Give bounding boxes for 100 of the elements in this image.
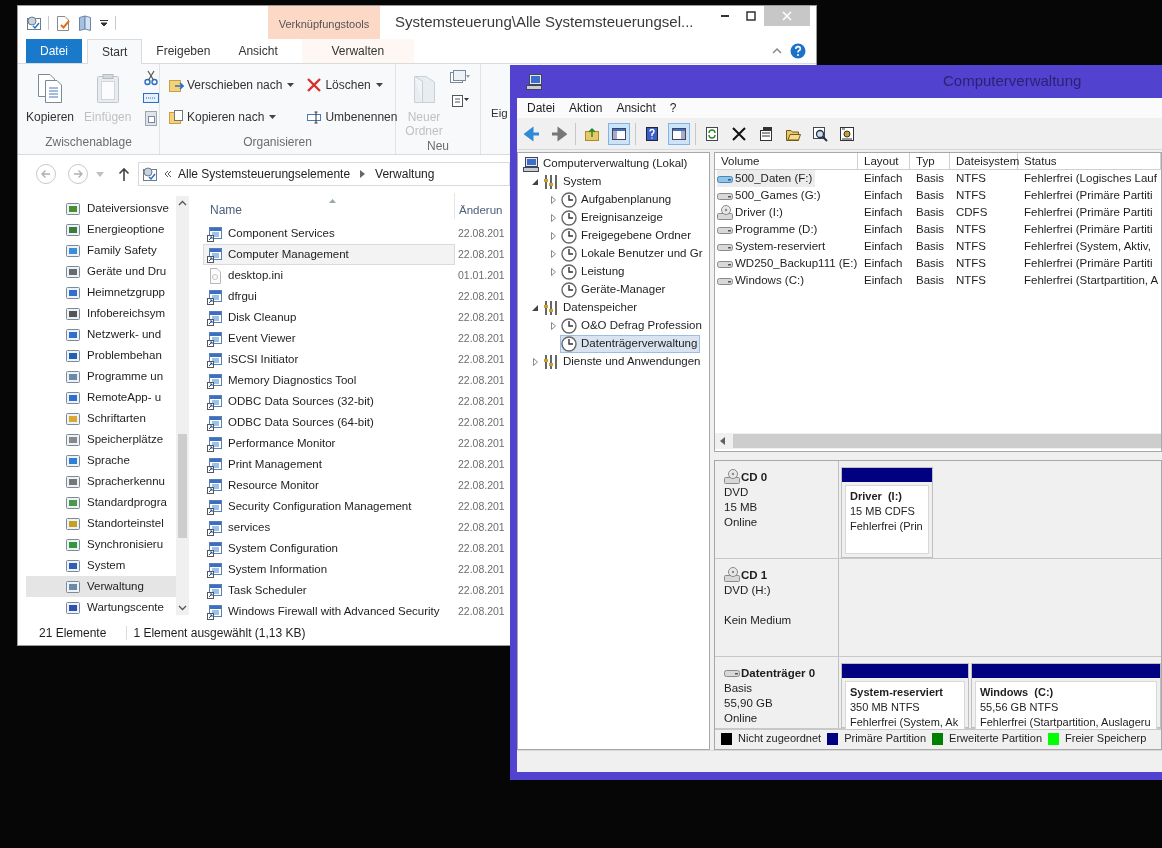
file-item[interactable]: dfrgui (203, 286, 455, 307)
file-item[interactable]: System Information (203, 559, 455, 580)
address-bar[interactable]: Alle Systemsteuerungselemente Verwaltung (138, 162, 510, 186)
column-header[interactable]: Änderun (455, 201, 503, 219)
volume-item[interactable]: Driver (I:) (717, 203, 786, 222)
tree-item[interactable]: Computerverwaltung (Lokal) (522, 155, 691, 173)
column-header[interactable]: Name (203, 201, 454, 219)
gear-window-icon[interactable] (26, 14, 42, 31)
help-icon[interactable] (790, 43, 806, 59)
ribbon-button[interactable]: Kopieren nach (168, 106, 295, 128)
nav-item[interactable]: Programme un (26, 366, 176, 387)
file-item[interactable]: Print Management (203, 454, 455, 475)
scroll-up-icon[interactable] (178, 200, 187, 206)
ribbon-button[interactable]: Eig (491, 106, 508, 120)
menu-item[interactable]: Aktion (563, 98, 609, 118)
toolbar-button[interactable] (608, 122, 630, 145)
nav-item[interactable]: Schriftarten (26, 408, 176, 429)
scroll-down-icon[interactable] (178, 605, 187, 611)
volume-item[interactable]: 500_Games (G:) (717, 186, 824, 205)
volume-item[interactable]: Windows (C:) (717, 271, 807, 290)
collapse-caret-icon[interactable] (772, 47, 782, 55)
ribbon-tab[interactable]: Verwalten (301, 39, 414, 63)
partition[interactable]: Driver (I:) 15 MB CDFS Fehlerfrei (Prin (841, 467, 933, 558)
menu-item[interactable]: Ansicht (610, 98, 662, 118)
tree-item[interactable]: Datenträgerverwaltung (560, 335, 701, 353)
file-item[interactable]: Memory Diagnostics Tool (203, 370, 455, 391)
expanded-arrow-icon[interactable] (531, 178, 539, 186)
nav-item[interactable]: Problembehan (26, 345, 176, 366)
column-header[interactable]: Dateisystem (950, 153, 1018, 170)
collapsed-arrow-icon[interactable] (549, 232, 557, 240)
collapsed-arrow-icon[interactable] (549, 250, 557, 258)
path-copy-icon[interactable] (143, 90, 160, 106)
volume-item[interactable]: WD250_Backup111 (E:) (717, 254, 861, 273)
file-item[interactable]: Windows Firewall with Advanced Security (203, 601, 455, 621)
expanded-arrow-icon[interactable] (531, 304, 539, 312)
partition[interactable]: Windows (C:) 55,56 GB NTFS Fehlerfrei (Startpartition, Auslageru (971, 663, 1161, 728)
up-arrow-icon[interactable] (118, 167, 130, 181)
scissors-icon[interactable] (143, 70, 160, 86)
horizontal-scrollbar[interactable] (715, 433, 1161, 449)
file-item[interactable]: ODBC Data Sources (64-bit) (203, 412, 455, 433)
column-header[interactable]: Typ (910, 153, 950, 170)
partition[interactable]: System-reserviert 350 MB NTFS Fehlerfrei (System, Ak (841, 663, 969, 728)
tree-item[interactable]: Lokale Benutzer und Gr (560, 245, 706, 263)
tree-item[interactable]: O&O Defrag Profession (560, 317, 705, 335)
tree-item[interactable]: System (542, 173, 605, 191)
nav-item[interactable]: Verwaltung (26, 576, 176, 597)
column-header[interactable]: Layout (858, 153, 910, 170)
file-item[interactable]: Performance Monitor (203, 433, 455, 454)
book-icon[interactable] (77, 14, 93, 31)
tree-item[interactable]: Ereignisanzeige (560, 209, 666, 227)
nav-item[interactable]: Family Safety (26, 240, 176, 261)
nav-item[interactable]: Wartungscente (26, 597, 176, 618)
ribbon-tab[interactable]: Freigeben (142, 39, 225, 63)
nav-item[interactable]: Speicherplätze (26, 429, 176, 450)
breadcrumb-arrow-icon[interactable] (360, 170, 366, 178)
file-menu-tab[interactable]: Datei (26, 39, 82, 63)
tree-item[interactable]: Datenspeicher (542, 299, 641, 317)
nav-item[interactable]: Standorteinstel (26, 513, 176, 534)
paste-shortcut-icon[interactable] (143, 110, 160, 126)
nav-item[interactable]: Sprache (26, 450, 176, 471)
nav-item[interactable]: System (26, 555, 176, 576)
ribbon-button[interactable]: Kopieren (22, 68, 79, 124)
volume-item[interactable]: Programme (D:) (717, 220, 821, 239)
ribbon-tab[interactable]: Start (87, 39, 143, 64)
ribbon-button[interactable]: Umbenennen (306, 106, 398, 128)
ribbon-tab[interactable]: Ansicht (224, 39, 292, 63)
collapsed-arrow-icon[interactable] (549, 214, 557, 222)
dropdown-caret-icon[interactable] (99, 17, 109, 28)
tree-item[interactable]: Geräte-Manager (560, 281, 669, 299)
nav-item[interactable]: Standardprogra (26, 492, 176, 513)
toolbar-button[interactable] (668, 122, 690, 145)
nav-item[interactable]: Netzwerk- und (26, 324, 176, 345)
tree-item[interactable]: Dienste und Anwendungen (542, 353, 704, 371)
nav-item[interactable]: Energieoptione (26, 219, 176, 240)
breadcrumb-link[interactable]: Alle Systemsteuerungselemente (178, 165, 351, 183)
tree-item[interactable]: Leistung (560, 263, 628, 281)
tree-item[interactable]: Aufgabenplanung (560, 191, 675, 209)
file-item[interactable]: ODBC Data Sources (32-bit) (203, 391, 455, 412)
collapsed-arrow-icon[interactable] (549, 268, 557, 276)
breadcrumb-link[interactable]: Verwaltung (375, 165, 435, 183)
file-item[interactable]: Event Viewer (203, 328, 455, 349)
tree-item[interactable]: Freigegebene Ordner (560, 227, 694, 245)
nav-item[interactable]: Spracherkennu (26, 471, 176, 492)
ribbon-button[interactable]: Löschen (306, 74, 398, 96)
file-item[interactable]: System Configuration (203, 538, 455, 559)
ribbon-button[interactable]: Verschieben nach (168, 74, 295, 96)
file-item[interactable]: Security Configuration Management (203, 496, 455, 517)
collapsed-arrow-icon[interactable] (549, 196, 557, 204)
nav-item[interactable]: RemoteApp- u (26, 387, 176, 408)
file-item[interactable]: Resource Monitor (203, 475, 455, 496)
file-item[interactable]: Disk Cleanup (203, 307, 455, 328)
computer-management-icon[interactable] (525, 72, 543, 91)
column-header[interactable]: Status (1018, 153, 1161, 170)
file-item[interactable]: desktop.ini (203, 265, 455, 286)
nav-item[interactable]: Dateiversionsve (26, 198, 176, 219)
volume-item[interactable]: System-reserviert (717, 237, 829, 256)
file-item[interactable]: services (203, 517, 455, 538)
document-check-icon[interactable] (55, 14, 71, 31)
new-item-icon[interactable] (450, 70, 470, 86)
collapsed-arrow-icon[interactable] (531, 358, 539, 366)
